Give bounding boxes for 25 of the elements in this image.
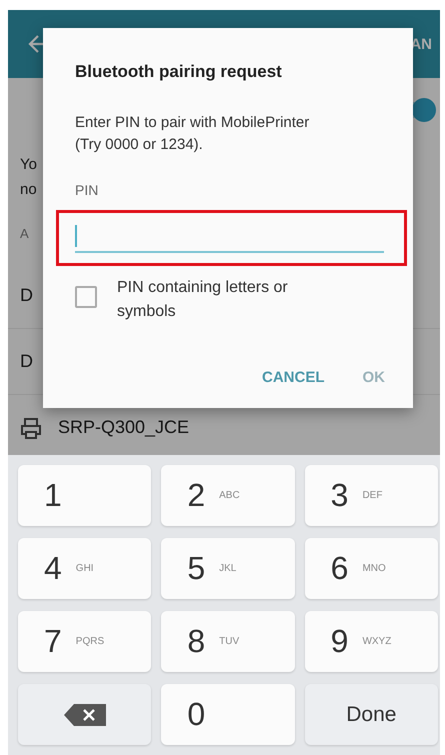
dialog-title: Bluetooth pairing request [75,62,283,82]
digit-key[interactable]: 2 ABC [161,465,295,526]
digit-key[interactable]: 1 [18,465,152,526]
backspace-key[interactable] [18,684,152,745]
digit-key[interactable]: 6 MNO [304,538,438,599]
field-label: PIN [75,182,100,198]
done-key[interactable]: Done [304,684,438,745]
checkbox[interactable] [75,286,97,308]
digit-key[interactable]: 4 GHI [18,538,152,599]
device-name: D [20,285,33,306]
device-name: D [20,351,33,372]
backspace-icon [64,704,106,726]
digit-key[interactable]: 3 DEF [304,465,438,526]
section-header: A [20,226,29,241]
digit-key[interactable]: 0 [161,684,295,745]
printer-icon [20,416,42,438]
digit-key[interactable]: 7 PQRS [18,611,152,672]
digit-key[interactable]: 9 WXYZ [304,611,438,672]
digit-key[interactable]: 5 JKL [161,538,295,599]
device-name: SRP-Q300_JCE [58,417,190,438]
digit-key[interactable]: 8 TUV [161,611,295,672]
dialog-message: Enter PIN to pair with MobilePrinter (Try 0000 or 1234). [75,113,310,155]
description-text: Yo [20,156,37,173]
checkbox-label: PIN containing letters or symbols [117,278,289,322]
description-text: no [20,181,37,198]
